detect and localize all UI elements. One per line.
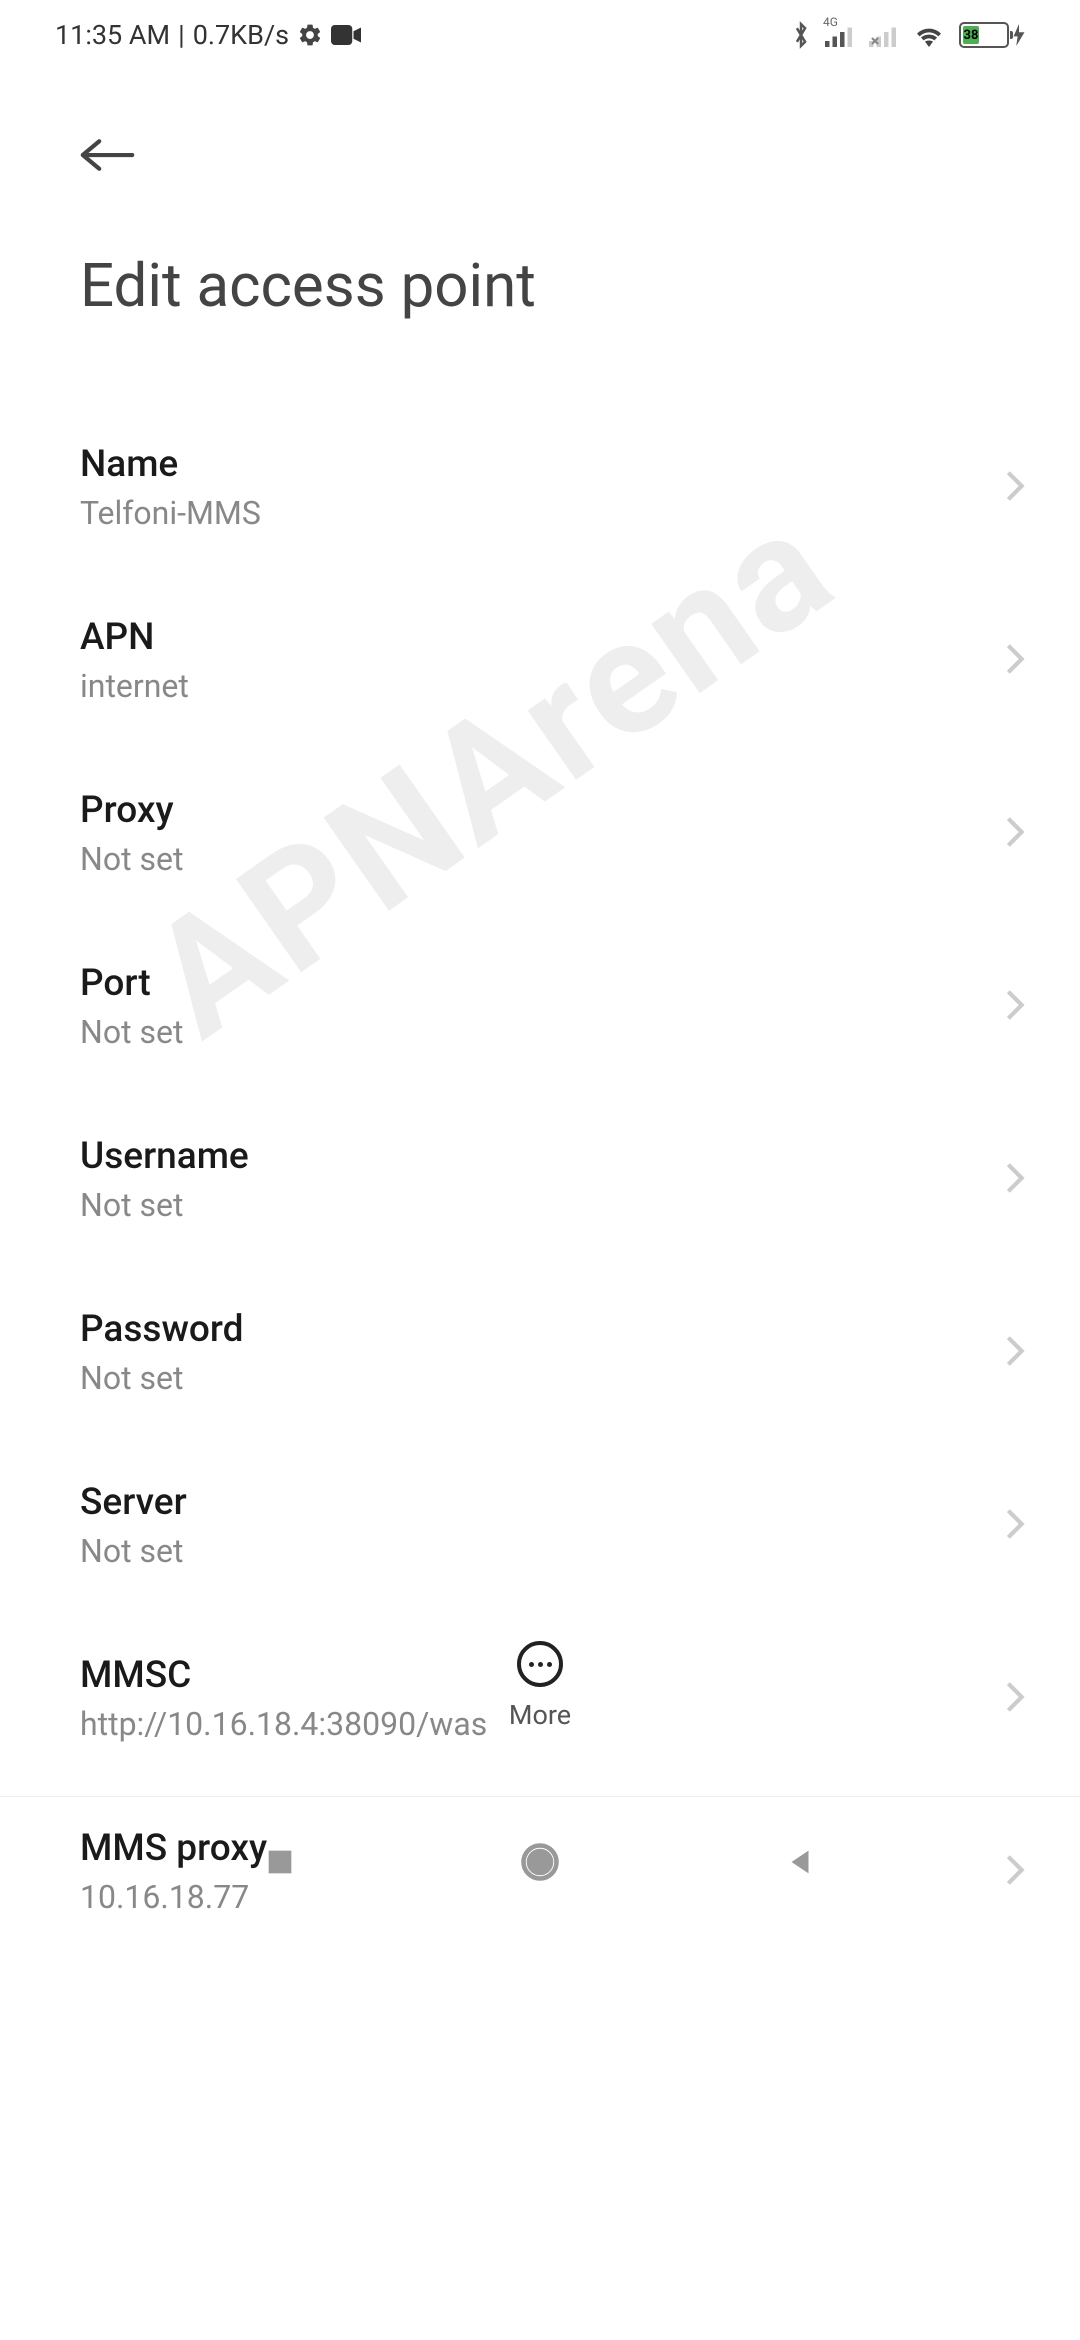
more-label: More bbox=[509, 1699, 571, 1731]
nav-back-button[interactable] bbox=[775, 1837, 825, 1887]
status-bar: 11:35 AM | 0.7KB/s 4G 38 bbox=[0, 0, 1080, 70]
back-arrow-icon bbox=[80, 137, 135, 173]
setting-value: Not set bbox=[80, 1186, 1005, 1224]
setting-label: Name bbox=[80, 443, 1005, 486]
square-icon bbox=[263, 1845, 297, 1879]
setting-value: Not set bbox=[80, 1013, 1005, 1051]
chevron-right-icon bbox=[1005, 1507, 1025, 1545]
chevron-right-icon bbox=[1005, 988, 1025, 1026]
battery-percent: 38 bbox=[963, 26, 979, 44]
more-icon bbox=[517, 1641, 563, 1687]
setting-item-port[interactable]: Port Not set bbox=[80, 920, 1025, 1093]
gear-icon bbox=[297, 22, 323, 48]
header: Edit access point bbox=[0, 70, 1080, 321]
chevron-right-icon bbox=[1005, 815, 1025, 853]
back-button[interactable] bbox=[80, 130, 140, 180]
chevron-right-icon bbox=[1005, 1334, 1025, 1372]
setting-label: APN bbox=[80, 616, 1005, 659]
circle-icon bbox=[518, 1840, 562, 1884]
chevron-right-icon bbox=[1005, 642, 1025, 680]
chevron-right-icon bbox=[1005, 1161, 1025, 1199]
setting-value: Telfoni-MMS bbox=[80, 494, 1005, 532]
nav-recents-button[interactable] bbox=[255, 1837, 305, 1887]
status-left: 11:35 AM | 0.7KB/s bbox=[55, 19, 361, 51]
setting-value: Not set bbox=[80, 1359, 1005, 1397]
setting-item-server[interactable]: Server Not set bbox=[80, 1439, 1025, 1612]
setting-label: Server bbox=[80, 1481, 1005, 1524]
status-data-rate: 0.7KB/s bbox=[193, 19, 289, 51]
more-button[interactable]: More bbox=[0, 1641, 1080, 1731]
setting-label: Port bbox=[80, 962, 1005, 1005]
setting-value: Not set bbox=[80, 840, 1005, 878]
signal-4g-icon: 4G bbox=[825, 23, 855, 47]
battery-icon: 38 bbox=[959, 22, 1025, 48]
page-title: Edit access point bbox=[80, 250, 1025, 321]
nav-home-button[interactable] bbox=[515, 1837, 565, 1887]
bluetooth-icon bbox=[791, 20, 811, 50]
setting-value: Not set bbox=[80, 1532, 1005, 1570]
wifi-icon bbox=[913, 23, 945, 47]
camera-icon bbox=[331, 24, 361, 46]
setting-label: Proxy bbox=[80, 789, 1005, 832]
chevron-right-icon bbox=[1005, 469, 1025, 507]
setting-item-proxy[interactable]: Proxy Not set bbox=[80, 747, 1025, 920]
navigation-bar bbox=[0, 1796, 1080, 1926]
signal-no-sim-icon bbox=[869, 23, 899, 47]
setting-item-password[interactable]: Password Not set bbox=[80, 1266, 1025, 1439]
setting-item-username[interactable]: Username Not set bbox=[80, 1093, 1025, 1266]
setting-value: internet bbox=[80, 667, 1005, 705]
status-time: 11:35 AM bbox=[55, 19, 170, 51]
setting-label: Password bbox=[80, 1308, 1005, 1351]
triangle-back-icon bbox=[783, 1845, 817, 1879]
setting-item-name[interactable]: Name Telfoni-MMS bbox=[80, 401, 1025, 574]
setting-item-apn[interactable]: APN internet bbox=[80, 574, 1025, 747]
setting-label: Username bbox=[80, 1135, 1005, 1178]
status-right: 4G 38 bbox=[791, 20, 1025, 50]
